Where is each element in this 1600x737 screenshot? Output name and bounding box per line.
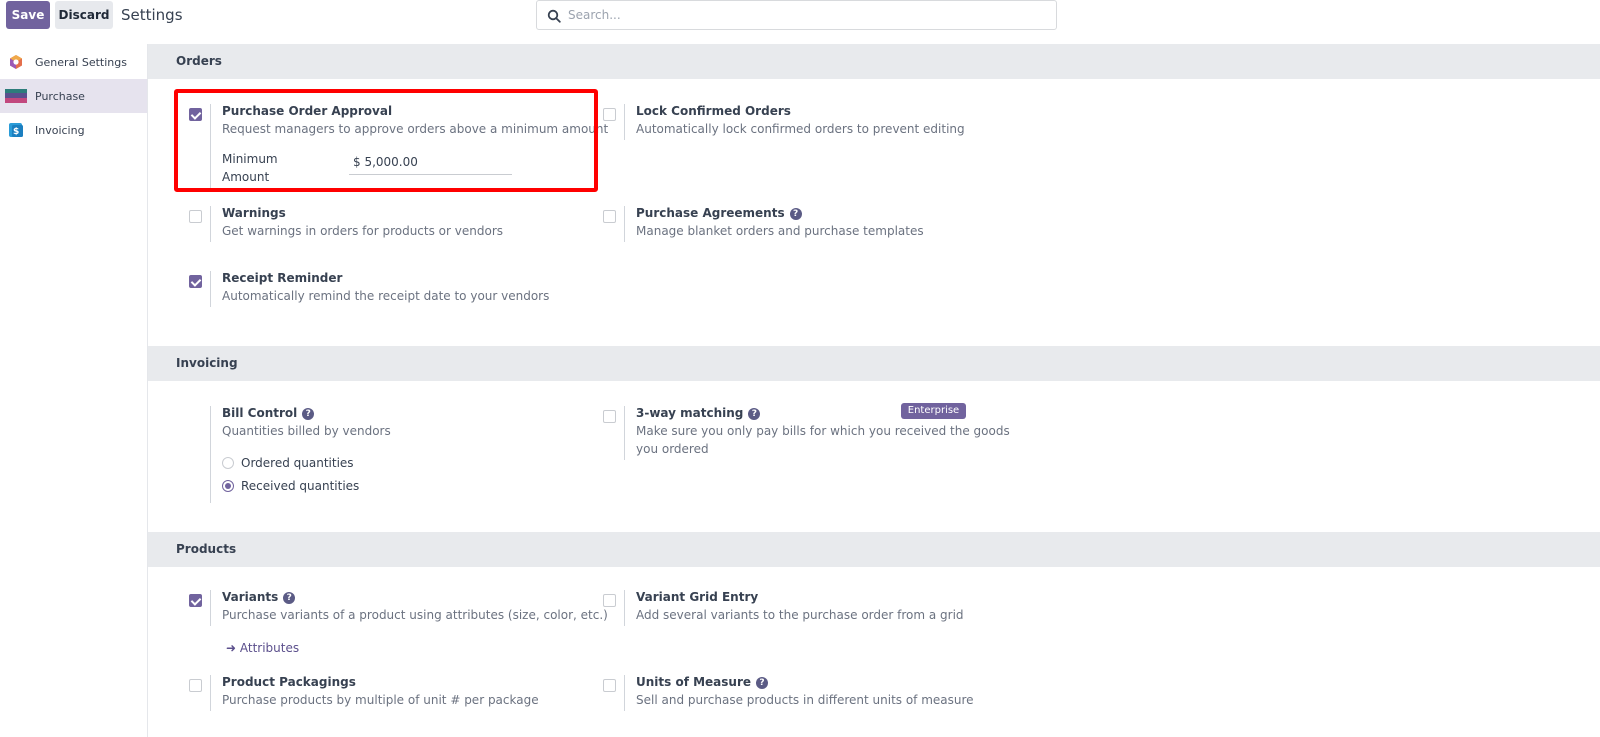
search-input[interactable] bbox=[568, 5, 1038, 25]
setting-title-text: Variants bbox=[222, 590, 279, 604]
divider bbox=[624, 104, 625, 140]
section-title: Products bbox=[176, 542, 237, 556]
setting-description: Purchase variants of a product using att… bbox=[222, 608, 608, 622]
divider bbox=[210, 675, 211, 711]
control-panel: Save Discard Settings bbox=[0, 0, 1600, 44]
setting-title-text: Bill Control bbox=[222, 406, 298, 420]
divider bbox=[210, 590, 211, 626]
setting-title-text: Purchase Agreements bbox=[636, 206, 785, 220]
divider bbox=[210, 406, 211, 503]
setting-description: Purchase products by multiple of unit # … bbox=[222, 693, 539, 707]
page-title: Settings bbox=[121, 6, 183, 24]
section-title: Orders bbox=[176, 54, 222, 68]
search-icon bbox=[547, 9, 561, 23]
purchase-app-icon bbox=[5, 89, 27, 103]
setting-title: 3-way matching? bbox=[636, 406, 761, 420]
sidebar-item-purchase[interactable]: Purchase bbox=[0, 79, 147, 113]
divider bbox=[210, 271, 211, 307]
setting-description: Make sure you only pay bills for which y… bbox=[636, 424, 1010, 438]
help-icon[interactable]: ? bbox=[789, 208, 802, 220]
setting-title: Warnings bbox=[222, 206, 286, 220]
setting-description: Sell and purchase products in different … bbox=[636, 693, 974, 707]
divider bbox=[624, 406, 625, 460]
sidebar-item-label: General Settings bbox=[35, 55, 127, 69]
setting-title: Units of Measure? bbox=[636, 675, 769, 689]
setting-title: Variants? bbox=[222, 590, 296, 604]
setting-description-line2: you ordered bbox=[636, 442, 709, 456]
link-label: Attributes bbox=[239, 641, 300, 655]
divider bbox=[624, 590, 625, 626]
help-icon[interactable]: ? bbox=[748, 408, 761, 420]
divider bbox=[210, 206, 211, 242]
sidebar-item-label: Purchase bbox=[35, 89, 85, 103]
variants-checkbox[interactable] bbox=[189, 594, 202, 607]
search-bar[interactable] bbox=[536, 0, 1057, 30]
odoo-logo-icon bbox=[10, 55, 22, 69]
radio-label: Received quantities bbox=[241, 479, 360, 493]
sidebar-item-invoicing[interactable]: $ Invoicing bbox=[0, 113, 147, 147]
section-header-orders: Orders bbox=[148, 44, 1600, 79]
enterprise-badge: Enterprise bbox=[901, 403, 966, 419]
setting-title: Purchase Agreements? bbox=[636, 206, 802, 220]
arrow-right-icon: ➜ bbox=[226, 641, 240, 655]
help-icon[interactable]: ? bbox=[302, 408, 315, 420]
warnings-checkbox[interactable] bbox=[189, 210, 202, 223]
agreements-checkbox[interactable] bbox=[603, 210, 616, 223]
setting-description: Automatically remind the receipt date to… bbox=[222, 289, 550, 303]
divider bbox=[624, 675, 625, 711]
setting-description: Add several variants to the purchase ord… bbox=[636, 608, 964, 622]
help-icon[interactable]: ? bbox=[756, 677, 769, 689]
sidebar-item-general-settings[interactable]: General Settings bbox=[0, 45, 147, 79]
setting-title: Product Packagings bbox=[222, 675, 356, 689]
lock-orders-checkbox[interactable] bbox=[603, 108, 616, 121]
setting-title: Variant Grid Entry bbox=[636, 590, 759, 604]
setting-title: Bill Control? bbox=[222, 406, 315, 420]
setting-title-text: Units of Measure bbox=[636, 675, 752, 689]
highlight-box bbox=[174, 89, 598, 192]
setting-description: Get warnings in orders for products or v… bbox=[222, 224, 503, 238]
help-icon[interactable]: ? bbox=[283, 592, 296, 604]
divider bbox=[624, 206, 625, 242]
attributes-link[interactable]: ➜ Attributes bbox=[226, 641, 299, 655]
section-header-products: Products bbox=[148, 532, 1600, 567]
setting-description: Quantities billed by vendors bbox=[222, 424, 391, 438]
sidebar-item-label: Invoicing bbox=[35, 123, 85, 137]
setting-title: Lock Confirmed Orders bbox=[636, 104, 791, 118]
radio-received-quantities[interactable] bbox=[222, 480, 234, 492]
three-way-checkbox[interactable] bbox=[603, 410, 616, 423]
invoicing-app-icon: $ bbox=[9, 123, 23, 137]
svg-text:$: $ bbox=[13, 127, 19, 137]
uom-checkbox[interactable] bbox=[603, 679, 616, 692]
discard-button[interactable]: Discard bbox=[55, 1, 113, 29]
section-header-invoicing: Invoicing bbox=[148, 346, 1600, 381]
save-button[interactable]: Save bbox=[6, 1, 50, 29]
packagings-checkbox[interactable] bbox=[189, 679, 202, 692]
settings-sidebar: General Settings Purchase $ Invoicing bbox=[0, 44, 148, 737]
radio-ordered-quantities[interactable] bbox=[222, 457, 234, 469]
setting-description: Automatically lock confirmed orders to p… bbox=[636, 122, 965, 136]
section-title: Invoicing bbox=[176, 356, 238, 370]
receipt-reminder-checkbox[interactable] bbox=[189, 275, 202, 288]
setting-title: Receipt Reminder bbox=[222, 271, 343, 285]
radio-label: Ordered quantities bbox=[241, 456, 354, 470]
setting-description: Manage blanket orders and purchase templ… bbox=[636, 224, 924, 238]
setting-title-text: 3-way matching bbox=[636, 406, 744, 420]
variant-grid-checkbox[interactable] bbox=[603, 594, 616, 607]
